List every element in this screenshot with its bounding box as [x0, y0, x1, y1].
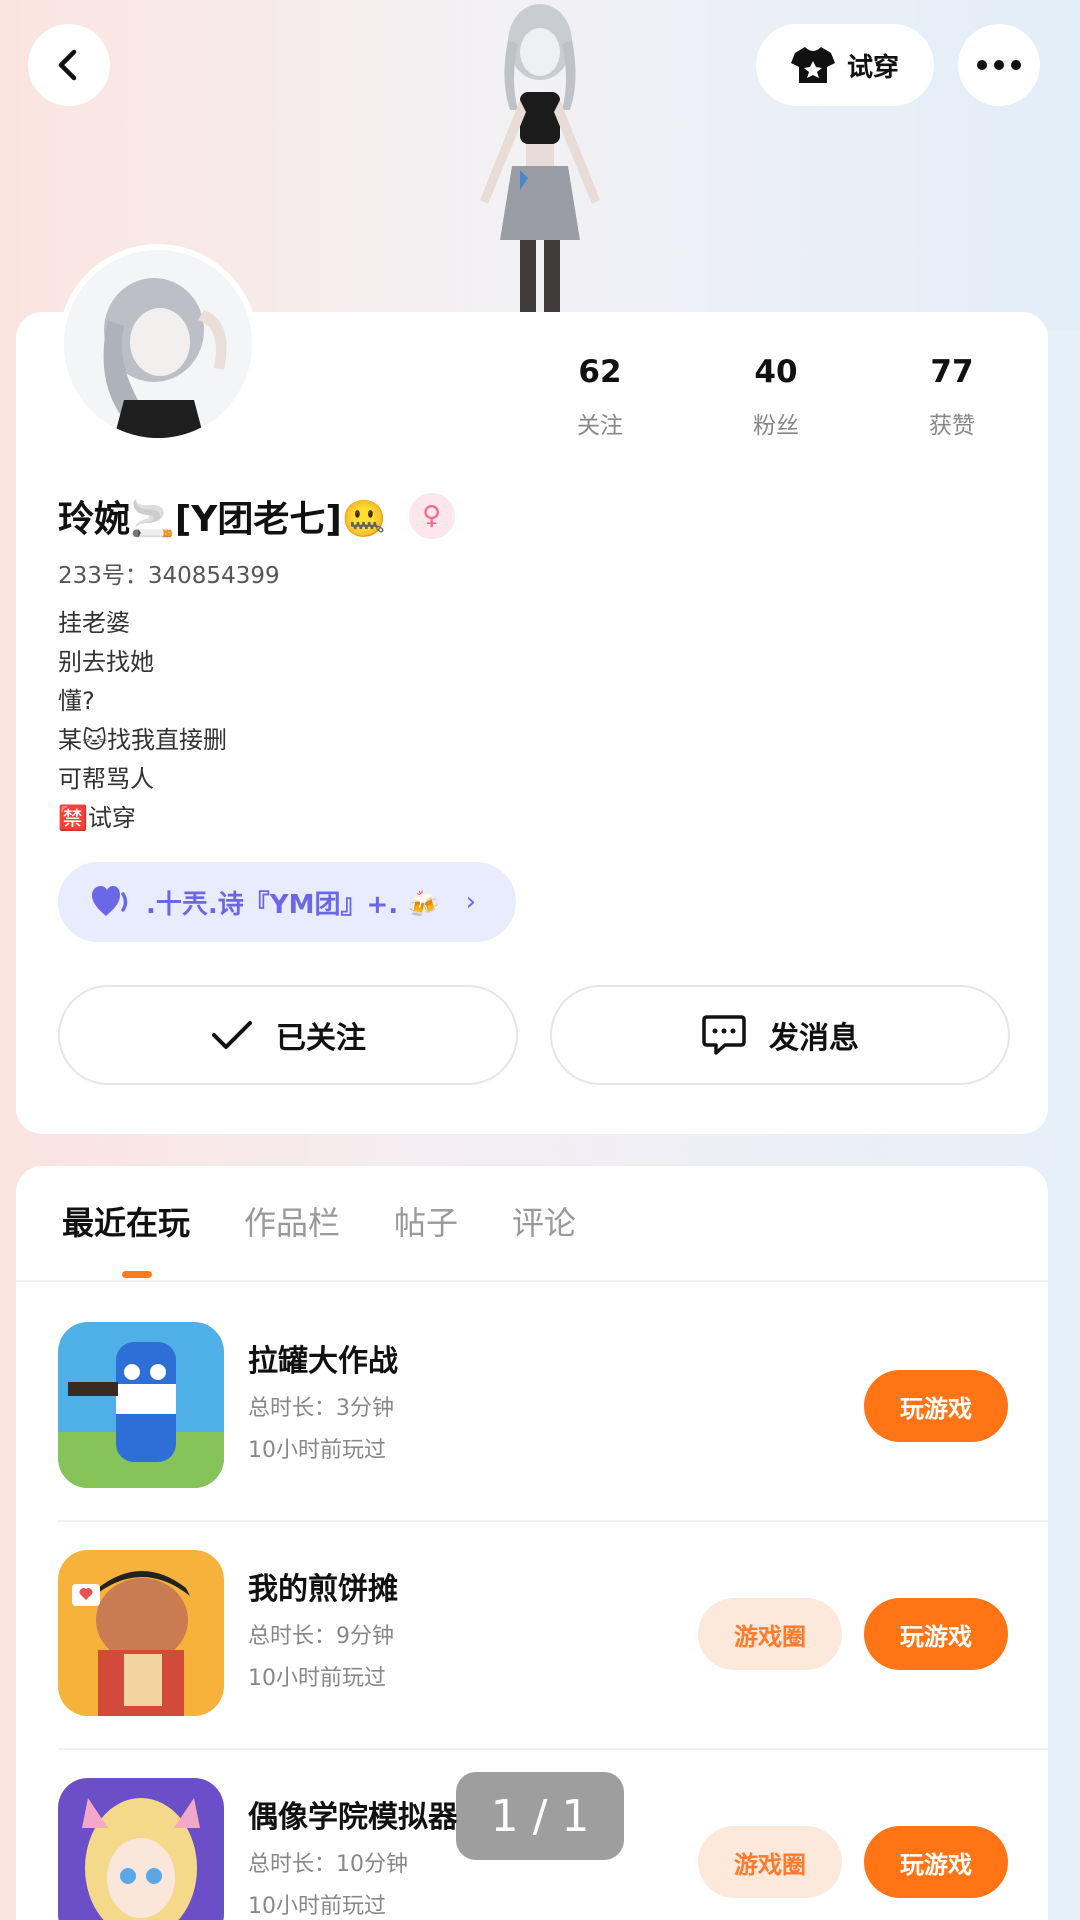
bio-line: 挂老婆 — [58, 609, 130, 637]
followed-button[interactable]: 已关注 — [58, 985, 518, 1085]
try-on-button[interactable]: 试穿 — [756, 24, 934, 106]
avatar-3d-figure — [480, 4, 600, 312]
game-title: 我的煎饼摊 — [248, 1572, 398, 1607]
avatar[interactable] — [58, 244, 258, 444]
active-tab-indicator — [122, 1271, 152, 1278]
bio-line: 懂? — [58, 687, 95, 715]
group-chip-label: .十兲.诗『YM团』+. 🍻 — [146, 889, 440, 920]
more-dots-icon — [977, 60, 1021, 70]
message-button[interactable]: 发消息 — [550, 985, 1010, 1085]
tab-bar: 最近在玩 作品栏 帖子 评论 — [62, 1198, 576, 1244]
stat-followers-label: 粉丝 — [753, 413, 799, 439]
game-duration: 总时长：9分钟 — [248, 1624, 394, 1649]
avatar-image — [64, 250, 252, 438]
stat-following-label: 关注 — [577, 413, 623, 439]
row-divider — [58, 1748, 1048, 1750]
play-game-button[interactable]: 玩游戏 — [864, 1370, 1008, 1442]
game-duration: 总时长：3分钟 — [248, 1396, 394, 1421]
more-button[interactable] — [958, 24, 1040, 106]
game-icon — [58, 1778, 224, 1920]
game-duration: 总时长：10分钟 — [248, 1852, 408, 1877]
profile-name: 玲婉🚬[Y团老七]🤐 — [58, 499, 387, 540]
bio-line: 🈲试穿 — [58, 804, 136, 832]
tab-works[interactable]: 作品栏 — [244, 1198, 340, 1244]
message-icon — [702, 1015, 746, 1055]
game-circle-label: 游戏圈 — [734, 1622, 806, 1651]
stat-followers[interactable]: 40 粉丝 — [706, 354, 846, 440]
heart-icon — [92, 886, 128, 916]
tab-recently-played[interactable]: 最近在玩 — [62, 1198, 190, 1244]
game-icon — [58, 1550, 224, 1716]
message-label: 发消息 — [769, 1021, 859, 1056]
bio-line: 某🐱找我直接删 — [58, 726, 228, 754]
game-last-played: 10小时前玩过 — [248, 1438, 386, 1463]
game-circle-label: 游戏圈 — [734, 1850, 806, 1879]
game-circle-button[interactable]: 游戏圈 — [698, 1598, 842, 1670]
check-icon — [212, 1021, 252, 1049]
stat-likes-label: 获赞 — [929, 413, 975, 439]
user-id: 233号：340854399 — [58, 563, 280, 589]
profile-name-row: 玲婉🚬[Y团老七]🤐 ♀ — [58, 490, 455, 542]
followed-label: 已关注 — [276, 1021, 366, 1056]
tab-comments[interactable]: 评论 — [512, 1198, 576, 1244]
game-title: 拉罐大作战 — [248, 1344, 398, 1379]
chevron-left-icon — [58, 49, 77, 81]
try-on-label: 试穿 — [846, 52, 899, 83]
game-icon — [58, 1322, 224, 1488]
stat-followers-count: 40 — [754, 354, 798, 390]
page-indicator: 1 / 1 — [456, 1772, 624, 1860]
play-game-button[interactable]: 玩游戏 — [864, 1598, 1008, 1670]
tshirt-icon — [790, 47, 835, 83]
bio-line: 可帮骂人 — [58, 765, 154, 793]
play-game-button[interactable]: 玩游戏 — [864, 1826, 1008, 1898]
game-title: 偶像学院模拟器 — [248, 1800, 458, 1835]
game-last-played: 10小时前玩过 — [248, 1894, 386, 1919]
female-icon: ♀ — [408, 493, 455, 539]
game-circle-button[interactable]: 游戏圈 — [698, 1826, 842, 1898]
stat-likes[interactable]: 77 获赞 — [882, 354, 1022, 440]
group-chip[interactable]: .十兲.诗『YM团』+. 🍻 › — [58, 862, 516, 942]
back-button[interactable] — [28, 24, 110, 106]
game-row[interactable]: 我的煎饼摊 总时长：9分钟 10小时前玩过 游戏圈 玩游戏 — [58, 1550, 1048, 1778]
tab-posts[interactable]: 帖子 — [394, 1198, 458, 1244]
row-divider — [58, 1520, 1048, 1522]
chevron-right-icon: › — [465, 887, 476, 917]
stat-following[interactable]: 62 关注 — [530, 354, 670, 440]
bio: 挂老婆 别去找她 懂? 某🐱找我直接删 可帮骂人 🈲试穿 — [58, 604, 227, 838]
stat-following-count: 62 — [578, 354, 622, 390]
tab-divider — [16, 1280, 1048, 1282]
bio-line: 别去找她 — [58, 648, 154, 676]
game-last-played: 10小时前玩过 — [248, 1666, 386, 1691]
game-row[interactable]: 拉罐大作战 总时长：3分钟 10小时前玩过 玩游戏 — [58, 1322, 1048, 1550]
stat-likes-count: 77 — [930, 354, 974, 390]
